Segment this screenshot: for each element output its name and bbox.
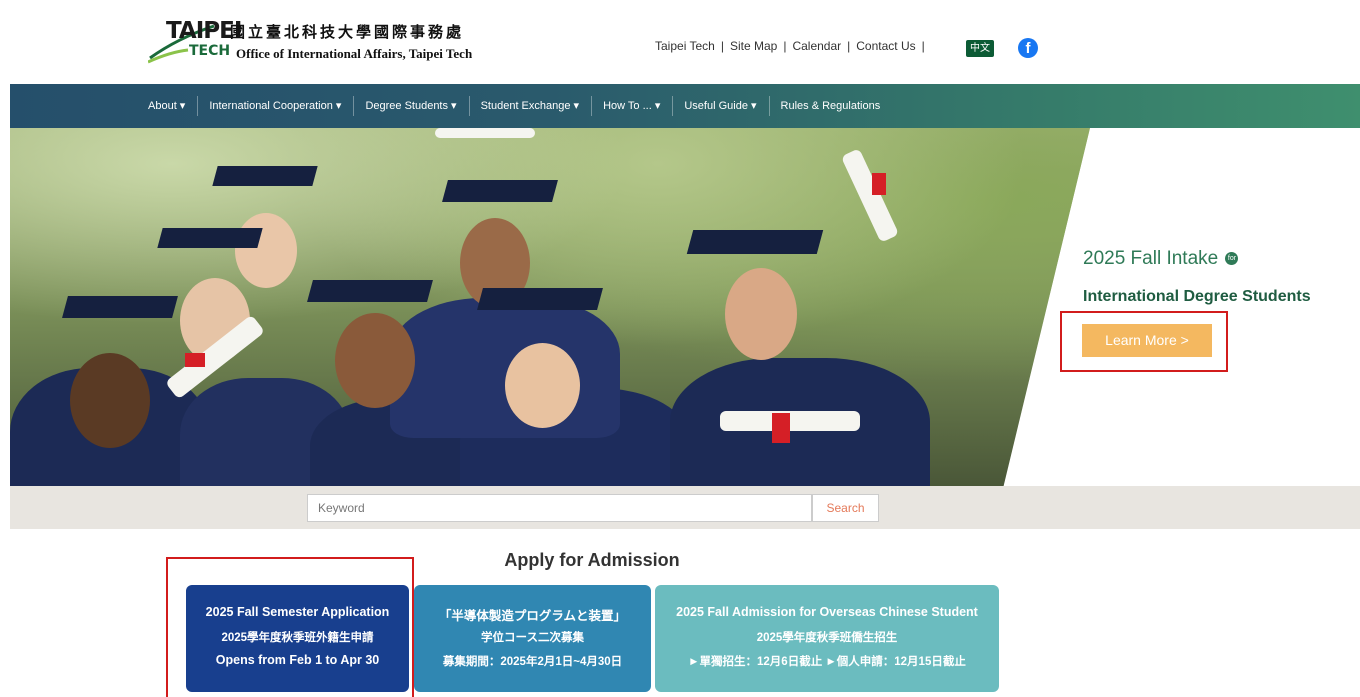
nav-how-to[interactable]: How To ... ▾ [591,84,672,128]
card-line: 2025學年度秋季班僑生招生 [756,632,898,644]
link-site-map[interactable]: Site Map [730,39,777,53]
graduation-cap [62,296,178,318]
graduation-cap [157,228,263,248]
site-logo[interactable]: TAIPEI TECH 國立臺北科技大學國際事務處 Office of Inte… [148,14,508,70]
logo-english-name: Office of International Affairs, Taipei … [236,46,473,61]
graduation-cap [442,180,558,202]
card-line: 「半導体製造プログラムと装置」 [438,609,627,623]
diploma-ribbon [185,353,205,367]
nav-student-exchange[interactable]: Student Exchange ▾ [468,84,591,128]
card-overseas-chinese-admission[interactable]: 2025 Fall Admission for Overseas Chinese… [655,585,999,692]
search-button[interactable]: Search [812,494,879,522]
logo-chinese-name: 國立臺北科技大學國際事務處 [230,23,465,41]
apply-title-text: Apply for Admission [504,550,680,570]
link-taipei-tech[interactable]: Taipei Tech [655,39,715,53]
nav-about[interactable]: About ▾ [148,84,197,128]
link-separator: | [847,39,851,53]
card-semiconductor-program[interactable]: 「半導体製造プログラムと装置」 学位コース二次募集 募集期間：2025年2月1日… [414,585,651,692]
card-line: 募集期間：2025年2月1日~4月30日 [442,656,623,668]
link-calendar[interactable]: Calendar [792,39,841,53]
graduation-cap [212,166,318,186]
card-fall-semester-application[interactable]: 2025 Fall Semester Application 2025學年度秋季… [186,585,409,692]
nav-useful-guide[interactable]: Useful Guide ▾ [672,84,768,128]
graduation-cap [307,280,433,302]
top-links: Taipei Tech | Site Map | Calendar | Cont… [655,39,931,53]
language-chinese-button[interactable]: 中文 [966,40,994,57]
graduation-cap [686,230,824,254]
nav-degree-students[interactable]: Degree Students ▾ [353,84,468,128]
graduate-face [335,313,415,408]
card-line: Opens from Feb 1 to Apr 30 [215,653,380,667]
facebook-icon[interactable]: f [1018,38,1038,58]
diploma-scroll [435,128,535,138]
search-input[interactable] [307,494,812,522]
logo-tech-text: TECH [189,43,231,59]
link-separator: | [720,39,724,53]
promo-title-text: 2025 Fall Intake [1083,248,1219,269]
diploma-ribbon [872,173,886,195]
link-contact-us[interactable]: Contact Us [856,39,915,53]
learn-more-button[interactable]: Learn More > [1082,324,1212,357]
graduate-figure [390,298,620,438]
card-line: 2025學年度秋季班外籍生申請 [221,632,374,644]
diploma-scroll [720,411,860,431]
card-line: ►單獨招生：12月6日截止 ►個人申請：12月15日截止 [688,656,966,668]
graduate-face [235,213,297,288]
card-line: 2025 Fall Semester Application [205,605,390,619]
graduation-cap [477,288,603,310]
card-line: 学位コース二次募集 [481,632,584,644]
hero-banner: 2025 Fall Intake for International Degre… [10,128,1360,486]
nav-rules-regulations[interactable]: Rules & Regulations [768,84,893,128]
card-line: 2025 Fall Admission for Overseas Chinese… [676,605,978,619]
graduate-face [70,353,150,448]
for-badge: for [1225,252,1239,266]
main-nav: About ▾ International Cooperation ▾ Degr… [10,84,1360,128]
nav-international-cooperation[interactable]: International Cooperation ▾ [197,84,353,128]
site-header: TAIPEI TECH 國立臺北科技大學國際事務處 Office of Inte… [0,0,1360,84]
hero-graduates-photo [10,128,1090,486]
link-separator: | [921,39,925,53]
promo-subtitle: International Degree Students [1083,288,1311,305]
diploma-scroll [840,148,900,243]
graduate-face [505,343,580,428]
diploma-ribbon [772,413,790,443]
promo-title: 2025 Fall Intake for [1083,248,1239,270]
graduate-face [725,268,797,360]
search-bar: Search [10,486,1360,529]
link-separator: | [783,39,787,53]
